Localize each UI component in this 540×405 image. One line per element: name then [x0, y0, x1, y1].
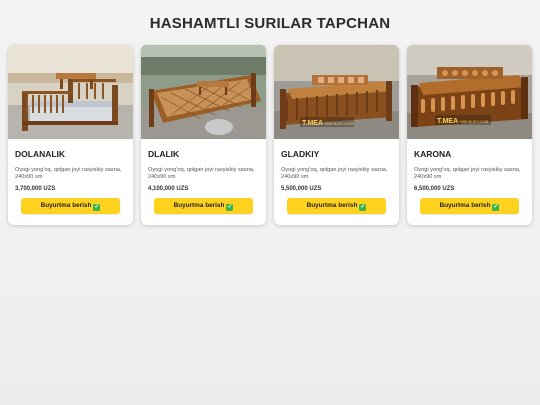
- watermark-phone: +998 99 871 00 88: [324, 122, 353, 126]
- product-card: DOLANALIK Oyogi yong'oq, qolgan joyi ras…: [8, 45, 133, 225]
- product-grid: DOLANALIK Oyogi yong'oq, qolgan joyi ras…: [8, 45, 532, 225]
- order-button-label: Buyurtma berish: [439, 201, 491, 209]
- order-button[interactable]: Buyurtma berish ✓: [21, 198, 120, 214]
- product-name: DOLANALIK: [15, 149, 66, 159]
- order-button-label: Buyurtma berish: [306, 201, 358, 209]
- order-button[interactable]: Buyurtma berish ✓: [287, 198, 386, 214]
- watermark-text: T.MEA: [437, 118, 458, 125]
- product-description: Oyogi yong'oq, qolgan joyi rasyiskiy sas…: [15, 167, 122, 180]
- product-description: Oyogi yong'oq, qolgan joyi rasyiskiy sas…: [281, 167, 388, 180]
- product-price: 6,500,000 UZS: [414, 186, 455, 192]
- product-name: GLADKIY: [281, 149, 320, 159]
- daybed-photo: [8, 45, 133, 139]
- order-button-label: Buyurtma berish: [40, 201, 92, 209]
- product-name: DLALIK: [148, 149, 180, 159]
- product-image[interactable]: [8, 45, 133, 139]
- product-card: DLALIK Oyogi yong'oq, qolgan joyi rasyis…: [141, 45, 266, 225]
- check-mark-icon: ✓: [226, 203, 234, 211]
- product-card: T.MEA +998 99 871 00 88 GLADKIY Oyogi yo…: [274, 45, 399, 225]
- order-button[interactable]: Buyurtma berish ✓: [420, 198, 519, 214]
- check-mark-icon: ✓: [93, 203, 101, 211]
- product-image[interactable]: T.MEA +998 99 871 00 88: [407, 45, 532, 139]
- product-description: Oyogi yong'oq, qolgan joyi rasyiskiy sas…: [414, 167, 521, 180]
- watermark-text: T.MEA: [302, 120, 323, 127]
- order-button[interactable]: Buyurtma berish ✓: [154, 198, 253, 214]
- product-image[interactable]: T.MEA +998 99 871 00 88: [274, 45, 399, 139]
- check-mark-icon: ✓: [492, 203, 500, 211]
- product-name: KARONA: [414, 149, 452, 159]
- order-button-label: Buyurtma berish: [173, 201, 225, 209]
- daybed-photo: T.MEA +998 99 871 00 88: [274, 45, 399, 139]
- product-image[interactable]: [141, 45, 266, 139]
- watermark-phone: +998 99 871 00 88: [459, 120, 488, 124]
- product-card: T.MEA +998 99 871 00 88 KARONA Oyogi yon…: [407, 45, 532, 225]
- product-price: 5,500,000 UZS: [281, 186, 322, 192]
- daybed-photo: T.MEA +998 99 871 00 88: [407, 45, 532, 139]
- check-mark-icon: ✓: [359, 203, 367, 211]
- product-description: Oyogi yong'oq, qolgan joyi rasyiskiy sas…: [148, 167, 255, 180]
- page-title: HASHAMTLI SURILAR TAPCHAN: [149, 15, 391, 32]
- product-price: 3,700,000 UZS: [15, 186, 56, 192]
- daybed-photo: [141, 45, 266, 139]
- product-price: 4,100,000 UZS: [148, 186, 189, 192]
